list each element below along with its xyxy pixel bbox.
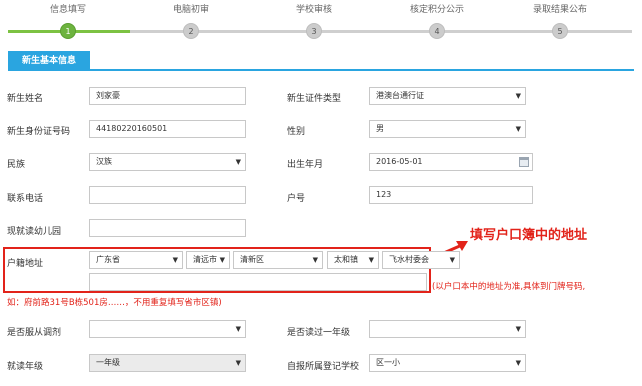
id-type-label: 新生证件类型 xyxy=(287,94,342,104)
chevron-down-icon: ▼ xyxy=(235,325,241,333)
grade-label: 就读年级 xyxy=(7,362,44,372)
chevron-down-icon: ▼ xyxy=(235,359,241,367)
step-label-1: 信息填写 xyxy=(49,5,87,15)
grade1-select[interactable]: ▼ xyxy=(369,320,526,338)
hukou-village-select[interactable]: 飞水村委会 ▼ xyxy=(382,251,460,269)
ethnicity-select[interactable]: 汉族 ▼ xyxy=(89,153,246,171)
chevron-down-icon: ▼ xyxy=(515,125,521,133)
step-circle-4: 4 xyxy=(429,23,445,39)
section-header: 新生基本信息 xyxy=(8,51,634,71)
household-no-label: 户号 xyxy=(287,194,306,204)
step-label-2: 电脑初审 xyxy=(172,5,210,15)
hukou-town-select[interactable]: 太和镇 ▼ xyxy=(327,251,379,269)
step-circle-1: 1 xyxy=(60,23,76,39)
hukou-province-value: 广东省 xyxy=(96,255,120,264)
hukou-city-select[interactable]: 清远市 ▼ xyxy=(186,251,230,269)
name-label: 新生姓名 xyxy=(7,94,44,104)
grade1-label: 是否读过一年级 xyxy=(287,328,351,338)
birth-date-value: 2016-05-01 xyxy=(376,157,423,166)
name-input[interactable]: 刘家豪 xyxy=(89,87,246,105)
grade-select[interactable]: 一年级 ▼ xyxy=(89,354,246,372)
id-type-value: 港澳台通行证 xyxy=(376,91,424,100)
id-number-input[interactable]: 44180220160501 xyxy=(89,120,246,138)
chevron-down-icon: ▼ xyxy=(368,256,374,264)
birth-label: 出生年月 xyxy=(287,160,324,170)
school-select[interactable]: 区一小 ▼ xyxy=(369,354,526,372)
household-no-input[interactable]: 123 xyxy=(369,186,533,204)
hukou-district-value: 清新区 xyxy=(240,255,264,264)
hukou-city-value: 清远市 xyxy=(193,255,217,264)
birth-date-input[interactable]: 2016-05-01 xyxy=(369,153,533,171)
id-type-select[interactable]: 港澳台通行证 ▼ xyxy=(369,87,526,105)
gender-value: 男 xyxy=(376,124,384,133)
hukou-province-select[interactable]: 广东省 ▼ xyxy=(89,251,183,269)
step-circle-2: 2 xyxy=(183,23,199,39)
phone-label: 联系电话 xyxy=(7,194,44,204)
chevron-down-icon: ▼ xyxy=(172,256,178,264)
calendar-icon[interactable] xyxy=(519,157,529,167)
school-value: 区一小 xyxy=(376,358,400,367)
gender-select[interactable]: 男 ▼ xyxy=(369,120,526,138)
grade-value: 一年级 xyxy=(96,358,120,367)
hukou-town-value: 太和镇 xyxy=(334,255,358,264)
ethnicity-value: 汉族 xyxy=(96,157,112,166)
step-label-3: 学校审核 xyxy=(295,5,333,15)
chevron-down-icon: ▼ xyxy=(515,359,521,367)
step-label-5: 录取结果公布 xyxy=(532,5,588,15)
hukou-detail-input[interactable] xyxy=(89,273,427,291)
chevron-down-icon: ▼ xyxy=(235,158,241,166)
kindergarten-label: 现就读幼儿园 xyxy=(7,227,62,237)
chevron-down-icon: ▼ xyxy=(515,92,521,100)
step-label-4: 核定积分公示 xyxy=(409,5,465,15)
section-title: 新生基本信息 xyxy=(8,51,91,71)
annotation-text: 填写户口簿中的地址 xyxy=(470,228,588,243)
hukou-district-select[interactable]: 清新区 ▼ xyxy=(233,251,323,269)
chevron-down-icon: ▼ xyxy=(219,256,225,264)
chevron-down-icon: ▼ xyxy=(449,256,455,264)
progress-steps: 信息填写 电脑初审 学校审核 核定积分公示 录取结果公布 1 2 3 4 5 xyxy=(0,0,642,44)
hint-text-line1: (以户口本中的地址为准,具体到门牌号码, xyxy=(432,282,586,292)
hukou-label: 户籍地址 xyxy=(7,259,44,269)
hukou-village-value: 飞水村委会 xyxy=(389,255,429,264)
phone-input[interactable] xyxy=(89,186,246,204)
step-circle-5: 5 xyxy=(552,23,568,39)
chevron-down-icon: ▼ xyxy=(312,256,318,264)
obey-label: 是否服从调剂 xyxy=(7,328,62,338)
step-circle-3: 3 xyxy=(306,23,322,39)
kindergarten-input[interactable] xyxy=(89,219,246,237)
gender-label: 性别 xyxy=(287,127,306,137)
school-label: 自报所属登记学校 xyxy=(287,362,360,372)
hint-text-line2: 如：府前路31号B栋501房……，不用重复填写省市区镇) xyxy=(7,298,222,308)
chevron-down-icon: ▼ xyxy=(515,325,521,333)
id-number-label: 新生身份证号码 xyxy=(7,127,71,137)
ethnicity-label: 民族 xyxy=(7,160,26,170)
obey-select[interactable]: ▼ xyxy=(89,320,246,338)
